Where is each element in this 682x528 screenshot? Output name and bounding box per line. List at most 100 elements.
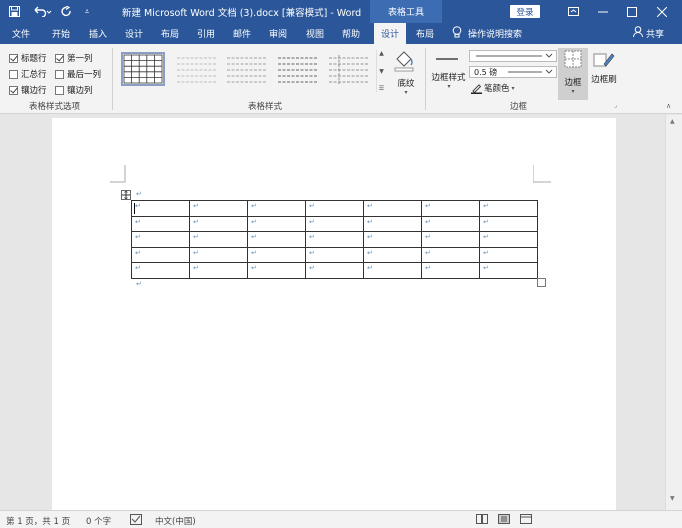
- tab-table-design[interactable]: 设计: [374, 23, 406, 44]
- maximize-icon[interactable]: [623, 3, 641, 20]
- redo-icon[interactable]: [58, 3, 74, 20]
- table-cell[interactable]: ↵: [189, 246, 248, 264]
- ribbon-display-options-icon[interactable]: [564, 3, 582, 20]
- login-button[interactable]: 登录: [510, 5, 540, 18]
- table-cell[interactable]: ↵: [247, 215, 306, 233]
- table-cell[interactable]: ↵: [421, 231, 480, 248]
- dropdown-caret-icon: ▾: [447, 83, 451, 90]
- document-table[interactable]: ↵ ↵ ↵ ↵ ↵ ↵ ↵ ↵ ↵ ↵ ↵ ↵ ↵ ↵ ↵ ↵ ↵ ↵ ↵ ↵ ↵ ↵ ↵ ↵ ↵ ↵ ↵ ↵ ↵ ↵ ↵ ↵ ↵ ↵ ↵: [131, 200, 538, 279]
- total-row-checkbox[interactable]: 汇总行: [9, 68, 47, 80]
- tab-file[interactable]: 文件: [12, 27, 30, 40]
- banded-columns-checkbox[interactable]: 镶边列: [55, 84, 93, 96]
- pen-color-button[interactable]: 笔颜色 ▾: [471, 82, 515, 94]
- tab-layout[interactable]: 布局: [161, 27, 179, 40]
- border-styles-button[interactable]: 边框样式 ▾: [431, 50, 466, 96]
- table-cell[interactable]: ↵: [421, 200, 480, 217]
- document-page[interactable]: [52, 118, 616, 510]
- borders-button[interactable]: 边框 ▾: [558, 48, 588, 100]
- table-cell[interactable]: ↵: [305, 246, 364, 264]
- tab-help[interactable]: 帮助: [342, 27, 360, 40]
- dialog-launcher-icon[interactable]: ⌟: [614, 102, 617, 109]
- table-cell[interactable]: ↵: [305, 231, 364, 248]
- table-cell[interactable]: ↵: [479, 231, 538, 248]
- close-icon[interactable]: [653, 3, 671, 20]
- tab-review[interactable]: 审阅: [269, 27, 287, 40]
- collapse-ribbon-icon[interactable]: ∧: [666, 102, 671, 110]
- table-cell[interactable]: ↵: [479, 262, 538, 279]
- paragraph-mark: ↵: [136, 190, 142, 198]
- share-button[interactable]: 共享: [646, 27, 664, 40]
- tab-mailings[interactable]: 邮件: [233, 27, 251, 40]
- table-cell[interactable]: ↵: [131, 262, 190, 279]
- tab-references[interactable]: 引用: [197, 27, 215, 40]
- table-cell[interactable]: ↵: [189, 200, 248, 217]
- table-cell[interactable]: ↵: [189, 215, 248, 233]
- word-count[interactable]: 0 个字: [86, 515, 111, 527]
- table-cell[interactable]: ↵: [363, 262, 422, 279]
- vertical-scrollbar[interactable]: ▲ ▼: [665, 115, 682, 510]
- gallery-up-icon[interactable]: ▲: [379, 50, 384, 57]
- table-cell[interactable]: ↵: [363, 246, 422, 264]
- table-cell[interactable]: ↵: [131, 246, 190, 264]
- scroll-up-icon[interactable]: ▲: [670, 118, 675, 125]
- read-mode-icon[interactable]: [476, 514, 488, 527]
- line-weight-select[interactable]: 0.5 磅: [469, 66, 557, 78]
- tab-insert[interactable]: 插入: [89, 27, 107, 40]
- table-cell[interactable]: ↵: [363, 200, 422, 217]
- table-style-light-thumbnail[interactable]: [225, 52, 269, 86]
- table-style-plain-thumbnail[interactable]: [175, 52, 219, 86]
- scroll-down-icon[interactable]: ▼: [670, 495, 675, 502]
- tab-home[interactable]: 开始: [52, 27, 70, 40]
- minimize-icon[interactable]: [594, 3, 612, 20]
- ribbon-tab-bar: 文件 开始 插入 设计 布局 引用 邮件 审阅 视图 帮助 布局 操作说明搜索 …: [0, 23, 682, 44]
- page-count[interactable]: 第 1 页，共 1 页: [6, 515, 70, 527]
- tab-table-layout[interactable]: 布局: [416, 27, 434, 40]
- style-gallery-scroll[interactable]: ▲ ▼ ☰: [376, 50, 386, 92]
- checkbox-checked-icon: [55, 53, 64, 63]
- shading-button[interactable]: 底纹 ▾: [393, 50, 419, 96]
- customize-quick-access-icon[interactable]: ⩡: [80, 3, 94, 20]
- table-cell[interactable]: ↵: [247, 246, 306, 264]
- table-style-grid-thumbnail[interactable]: [121, 52, 165, 86]
- table-cell[interactable]: ↵: [305, 200, 364, 217]
- table-cell[interactable]: ↵: [247, 262, 306, 279]
- table-cell[interactable]: ↵: [305, 215, 364, 233]
- table-cell[interactable]: ↵: [305, 262, 364, 279]
- table-resize-handle-icon[interactable]: [537, 278, 546, 287]
- table-style-columns-thumbnail[interactable]: [327, 52, 371, 86]
- save-icon[interactable]: [6, 3, 22, 20]
- last-column-checkbox[interactable]: 最后一列: [55, 68, 101, 80]
- tab-view[interactable]: 视图: [306, 27, 324, 40]
- table-cell[interactable]: ↵: [131, 215, 190, 233]
- language-indicator[interactable]: 中文(中国): [155, 515, 196, 527]
- table-cell[interactable]: ↵: [247, 231, 306, 248]
- table-cell[interactable]: ↵: [189, 262, 248, 279]
- table-cell[interactable]: ↵: [131, 231, 190, 248]
- table-style-list-thumbnail[interactable]: [276, 52, 320, 86]
- table-cell[interactable]: ↵: [363, 215, 422, 233]
- line-style-select[interactable]: [469, 50, 557, 62]
- tab-design[interactable]: 设计: [125, 27, 143, 40]
- undo-icon[interactable]: [32, 3, 54, 20]
- table-move-handle-icon[interactable]: [121, 190, 131, 200]
- gallery-down-icon[interactable]: ▼: [379, 68, 384, 75]
- table-cell[interactable]: ↵: [363, 231, 422, 248]
- gallery-more-icon[interactable]: ☰: [379, 85, 384, 92]
- print-layout-icon[interactable]: [498, 514, 510, 527]
- table-cell[interactable]: ↵: [479, 215, 538, 233]
- table-cell[interactable]: ↵: [189, 231, 248, 248]
- first-column-checkbox[interactable]: 第一列: [55, 52, 93, 64]
- border-painter-button[interactable]: 边框刷: [590, 50, 618, 96]
- table-cell[interactable]: ↵: [247, 200, 306, 217]
- web-layout-icon[interactable]: [520, 514, 532, 527]
- table-cell[interactable]: ↵: [131, 200, 190, 217]
- header-row-checkbox[interactable]: 标题行: [9, 52, 47, 64]
- proofing-icon[interactable]: [130, 514, 142, 528]
- table-cell[interactable]: ↵: [479, 246, 538, 264]
- table-cell[interactable]: ↵: [421, 215, 480, 233]
- table-cell[interactable]: ↵: [479, 200, 538, 217]
- tell-me-search[interactable]: 操作说明搜索: [468, 27, 522, 40]
- table-cell[interactable]: ↵: [421, 262, 480, 279]
- table-cell[interactable]: ↵: [421, 246, 480, 264]
- banded-rows-checkbox[interactable]: 镶边行: [9, 84, 47, 96]
